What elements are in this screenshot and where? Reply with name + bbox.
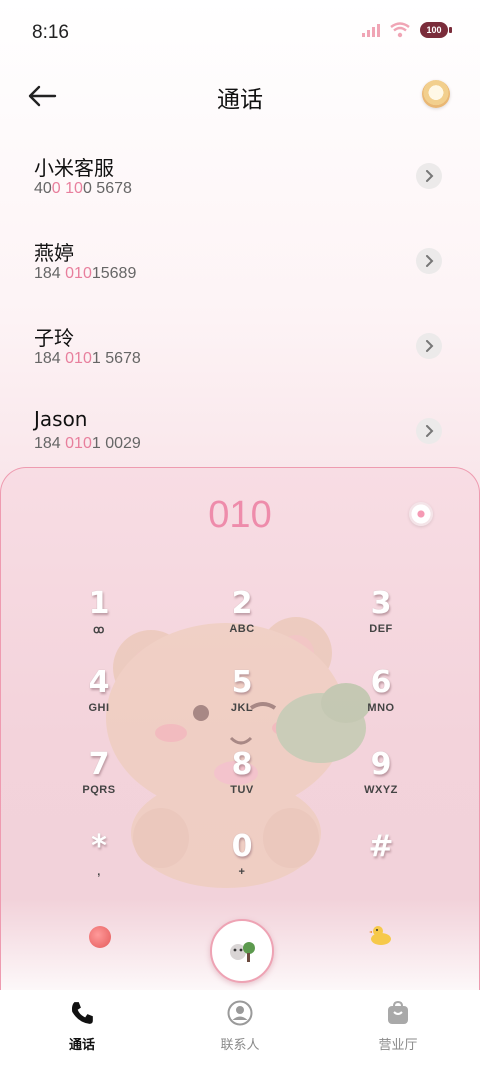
chevron-right-icon: [426, 170, 434, 182]
contact-detail-button[interactable]: [416, 163, 442, 189]
wifi-icon: [390, 22, 410, 38]
chevron-right-icon: [426, 340, 434, 352]
dial-key-5[interactable]: 5 JKL: [182, 665, 302, 735]
dialed-number: 010: [208, 494, 272, 536]
dial-key-0[interactable]: 0 +: [182, 829, 302, 899]
dial-key-7[interactable]: 7 PQRS: [39, 747, 159, 817]
status-time: 8:16: [32, 22, 69, 43]
contact-item[interactable]: 燕婷 184 01015689: [0, 223, 480, 308]
contact-list: 小米客服 400 100 5678 燕婷 184 01015689 子玲 184…: [0, 138, 480, 478]
dialer-actions: [1, 908, 479, 988]
contact-number: 184 0101 5678: [34, 350, 141, 367]
contact-name: Jason: [34, 407, 88, 431]
chevron-right-icon: [426, 255, 434, 267]
contact-number: 400 100 5678: [34, 180, 132, 197]
page-title: 通话: [217, 87, 263, 113]
dial-key-4[interactable]: 4 GHI: [39, 665, 159, 735]
battery-icon: 100: [420, 22, 452, 38]
call-sticker-icon: [230, 942, 255, 962]
tab-calls[interactable]: 通话: [22, 1000, 142, 1053]
dialer-panel: 010 1ꝏ 2 ABC 3 DEF 4 GHI 5 JKL 6 MNO 7 PQRS 8T…: [0, 467, 480, 1007]
duck-icon[interactable]: [369, 924, 393, 946]
dial-key-2[interactable]: 2 ABC: [182, 586, 302, 656]
call-button[interactable]: [210, 919, 274, 983]
dial-key-hash[interactable]: #: [321, 829, 441, 899]
flower-icon[interactable]: [409, 502, 433, 526]
tab-service-hall[interactable]: 营业厅: [338, 1000, 458, 1053]
contact-item[interactable]: 子玲 184 0101 5678: [0, 308, 480, 393]
tab-contacts[interactable]: 联系人: [180, 1000, 300, 1053]
dial-key-8[interactable]: 8 TUV: [182, 747, 302, 817]
dial-key-star[interactable]: *,: [39, 829, 159, 899]
dial-key-9[interactable]: 9 WXYZ: [321, 747, 441, 817]
contact-detail-button[interactable]: [416, 248, 442, 274]
contact-name: 子玲: [34, 326, 74, 350]
header: 通话: [0, 70, 480, 120]
contact-name: 燕婷: [34, 241, 74, 265]
signal-icon: [362, 24, 380, 37]
status-icons: 100: [362, 22, 452, 38]
bottom-tab-bar: 通话 联系人 营业厅: [0, 990, 480, 1067]
dial-key-1[interactable]: 1ꝏ: [39, 586, 159, 656]
contact-number: 184 0101 0029: [34, 435, 141, 452]
status-bar: 8:16 100: [0, 0, 480, 64]
chevron-right-icon: [426, 425, 434, 437]
contact-number: 184 01015689: [34, 265, 137, 282]
contact-name: 小米客服: [34, 156, 114, 180]
phone-icon: [71, 1002, 93, 1024]
cookie-icon[interactable]: [422, 80, 450, 108]
dial-key-3[interactable]: 3 DEF: [321, 586, 441, 656]
peach-icon[interactable]: [89, 926, 111, 948]
shopping-bag-icon: [388, 1000, 408, 1024]
contact-detail-button[interactable]: [416, 333, 442, 359]
contact-item[interactable]: Jason 184 0101 0029: [0, 393, 480, 478]
contact-detail-button[interactable]: [416, 418, 442, 444]
person-icon: [227, 1000, 253, 1026]
dial-key-6[interactable]: 6 MNO: [321, 665, 441, 735]
contact-item[interactable]: 小米客服 400 100 5678: [0, 138, 480, 223]
